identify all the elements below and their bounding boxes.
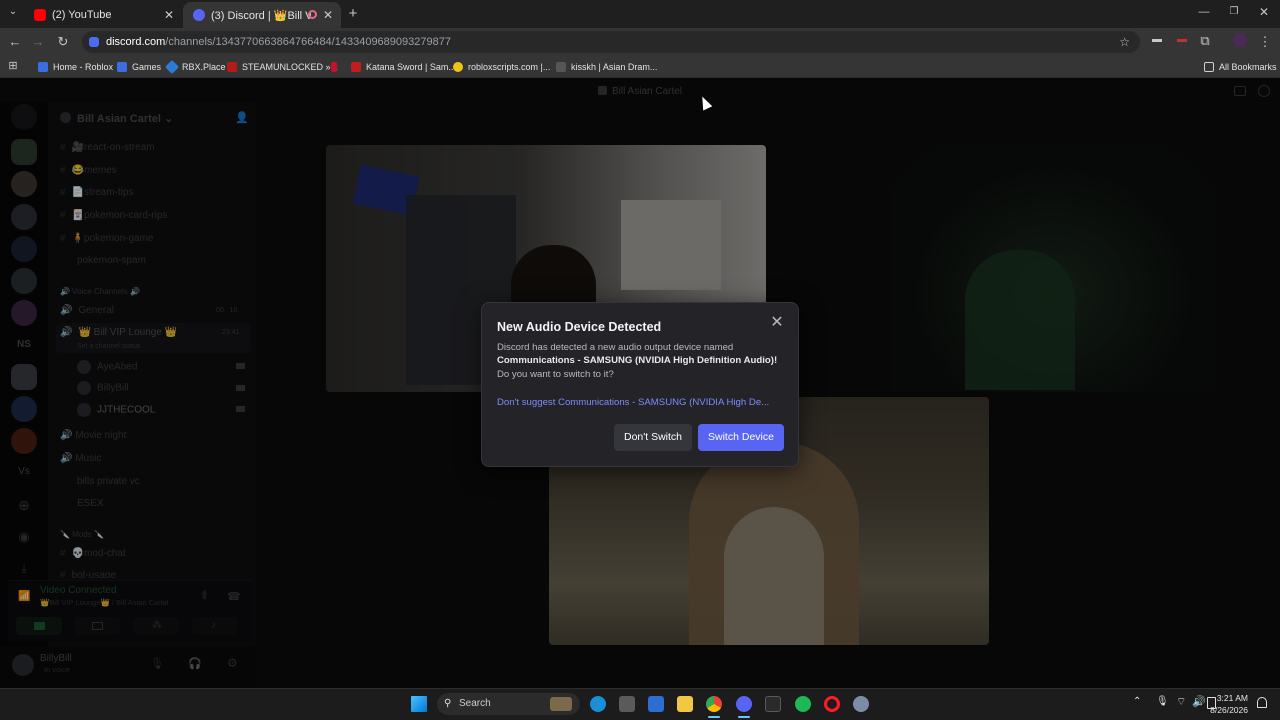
audio-device-modal: New Audio Device Detected ✕ Discord has …: [481, 302, 799, 467]
roblox-icon: [38, 62, 48, 72]
device-name: Communications - SAMSUNG (NVIDIA High De…: [497, 355, 778, 367]
close-icon[interactable]: ✕: [768, 314, 786, 332]
active-app-indicator: [738, 716, 750, 718]
minimize-icon[interactable]: —: [1196, 6, 1212, 18]
rbxplace-icon: [164, 59, 180, 75]
app-icon[interactable]: [765, 696, 781, 712]
search-placeholder: Search: [459, 698, 491, 709]
discord-icon[interactable]: [736, 696, 752, 712]
edge-icon[interactable]: [590, 696, 606, 712]
tab-discord[interactable]: (3) Discord | 👑Bill VIP Lou ✕: [183, 2, 341, 28]
address-bar[interactable]: discord.com/channels/1343770663864766484…: [82, 31, 1140, 53]
steam-icon: [227, 62, 237, 72]
chrome-icon[interactable]: [706, 696, 722, 712]
discord-icon: [193, 9, 205, 21]
windows-start-icon[interactable]: [411, 696, 427, 712]
bookmark-item[interactable]: [331, 60, 342, 74]
robloxscripts-icon: [453, 62, 463, 72]
close-tab-icon[interactable]: ✕: [164, 8, 174, 22]
show-hidden-icons[interactable]: ⌃: [1133, 696, 1141, 707]
youtube-icon: [34, 9, 46, 21]
apps-grid-icon[interactable]: ⊞: [5, 59, 21, 72]
new-tab-icon[interactable]: +: [345, 5, 361, 22]
url-path: /channels/1343770663864766484/1433409689…: [165, 36, 451, 48]
bookmark-item[interactable]: Games: [117, 60, 161, 74]
file-explorer-icon[interactable]: [677, 696, 693, 712]
profile-avatar[interactable]: [1232, 33, 1248, 50]
notification-bell-icon[interactable]: [1257, 697, 1267, 708]
bookmark-item[interactable]: STEAMUNLOCKED »...: [227, 60, 338, 74]
extension-icon[interactable]: ▬: [1149, 34, 1165, 45]
bookmark-item[interactable]: kisskh | Asian Dram...: [556, 60, 657, 74]
spotify-icon[interactable]: [795, 696, 811, 712]
close-window-icon[interactable]: ✕: [1256, 5, 1272, 19]
switch-device-button[interactable]: Switch Device: [698, 424, 784, 451]
dont-switch-button[interactable]: Don't Switch: [614, 424, 692, 451]
taskbar-search[interactable]: ⚲ Search: [437, 693, 580, 715]
kisskh-icon: [556, 62, 566, 72]
site-info-icon[interactable]: [89, 37, 99, 47]
tab-list-icon[interactable]: ⌄: [5, 6, 21, 17]
search-icon: ⚲: [444, 698, 452, 709]
bookmark-item[interactable]: Katana Sword | Sam...: [351, 60, 456, 74]
modal-body-text: Discord has detected a new audio output …: [497, 342, 734, 353]
bookmark-item[interactable]: Home - Roblox: [38, 60, 113, 74]
back-icon[interactable]: ←: [7, 34, 23, 49]
roblox-icon: [117, 62, 127, 72]
volume-icon[interactable]: 🔊: [1192, 695, 1206, 708]
all-bookmarks[interactable]: All Bookmarks: [1204, 60, 1277, 74]
app-icon[interactable]: [619, 696, 635, 712]
recording-icon: [308, 10, 317, 19]
url-host: discord.com: [106, 36, 166, 48]
extensions-puzzle-icon[interactable]: ⧉: [1197, 33, 1213, 49]
windows-taskbar: [0, 688, 1280, 720]
modal-body: Discord has detected a new audio output …: [497, 341, 792, 381]
extension-icon-2[interactable]: ▬: [1174, 34, 1190, 45]
menu-dots-icon[interactable]: ⋮: [1257, 34, 1273, 50]
tab-title: (3) Discord | 👑Bill VIP Lou: [211, 9, 311, 22]
search-highlight-icon: [550, 697, 572, 711]
katana-icon: [351, 62, 361, 72]
close-tab-icon[interactable]: ✕: [323, 8, 333, 22]
restore-icon[interactable]: ❐: [1226, 6, 1242, 17]
app-icon[interactable]: [648, 696, 664, 712]
modal-title: New Audio Device Detected: [497, 320, 662, 334]
bookmark-favicon: [331, 62, 337, 72]
dont-suggest-link[interactable]: Don't suggest Communications - SAMSUNG (…: [497, 397, 769, 408]
wifi-icon[interactable]: ⌔: [1176, 695, 1186, 709]
opera-icon[interactable]: [824, 696, 840, 712]
bookmark-item[interactable]: robloxscripts.com |...: [453, 60, 550, 74]
folder-icon: [1204, 62, 1214, 72]
bookmark-item[interactable]: RBX.Place: [164, 59, 226, 75]
forward-icon[interactable]: →: [30, 34, 46, 49]
tab-title: (2) YouTube: [52, 9, 112, 21]
modal-question: Do you want to switch to it?: [497, 368, 614, 380]
taskbar-date[interactable]: 8/26/2026: [1210, 705, 1248, 715]
tab-youtube[interactable]: (2) YouTube ✕: [24, 2, 182, 28]
active-app-indicator: [708, 716, 720, 718]
bookmark-star-icon[interactable]: ☆: [1119, 31, 1130, 53]
microphone-tray-icon[interactable]: 🎙: [1156, 696, 1169, 707]
settings-icon[interactable]: [853, 696, 869, 712]
taskbar-time[interactable]: 3:21 AM: [1217, 693, 1248, 703]
reload-icon[interactable]: ↻: [55, 34, 71, 50]
